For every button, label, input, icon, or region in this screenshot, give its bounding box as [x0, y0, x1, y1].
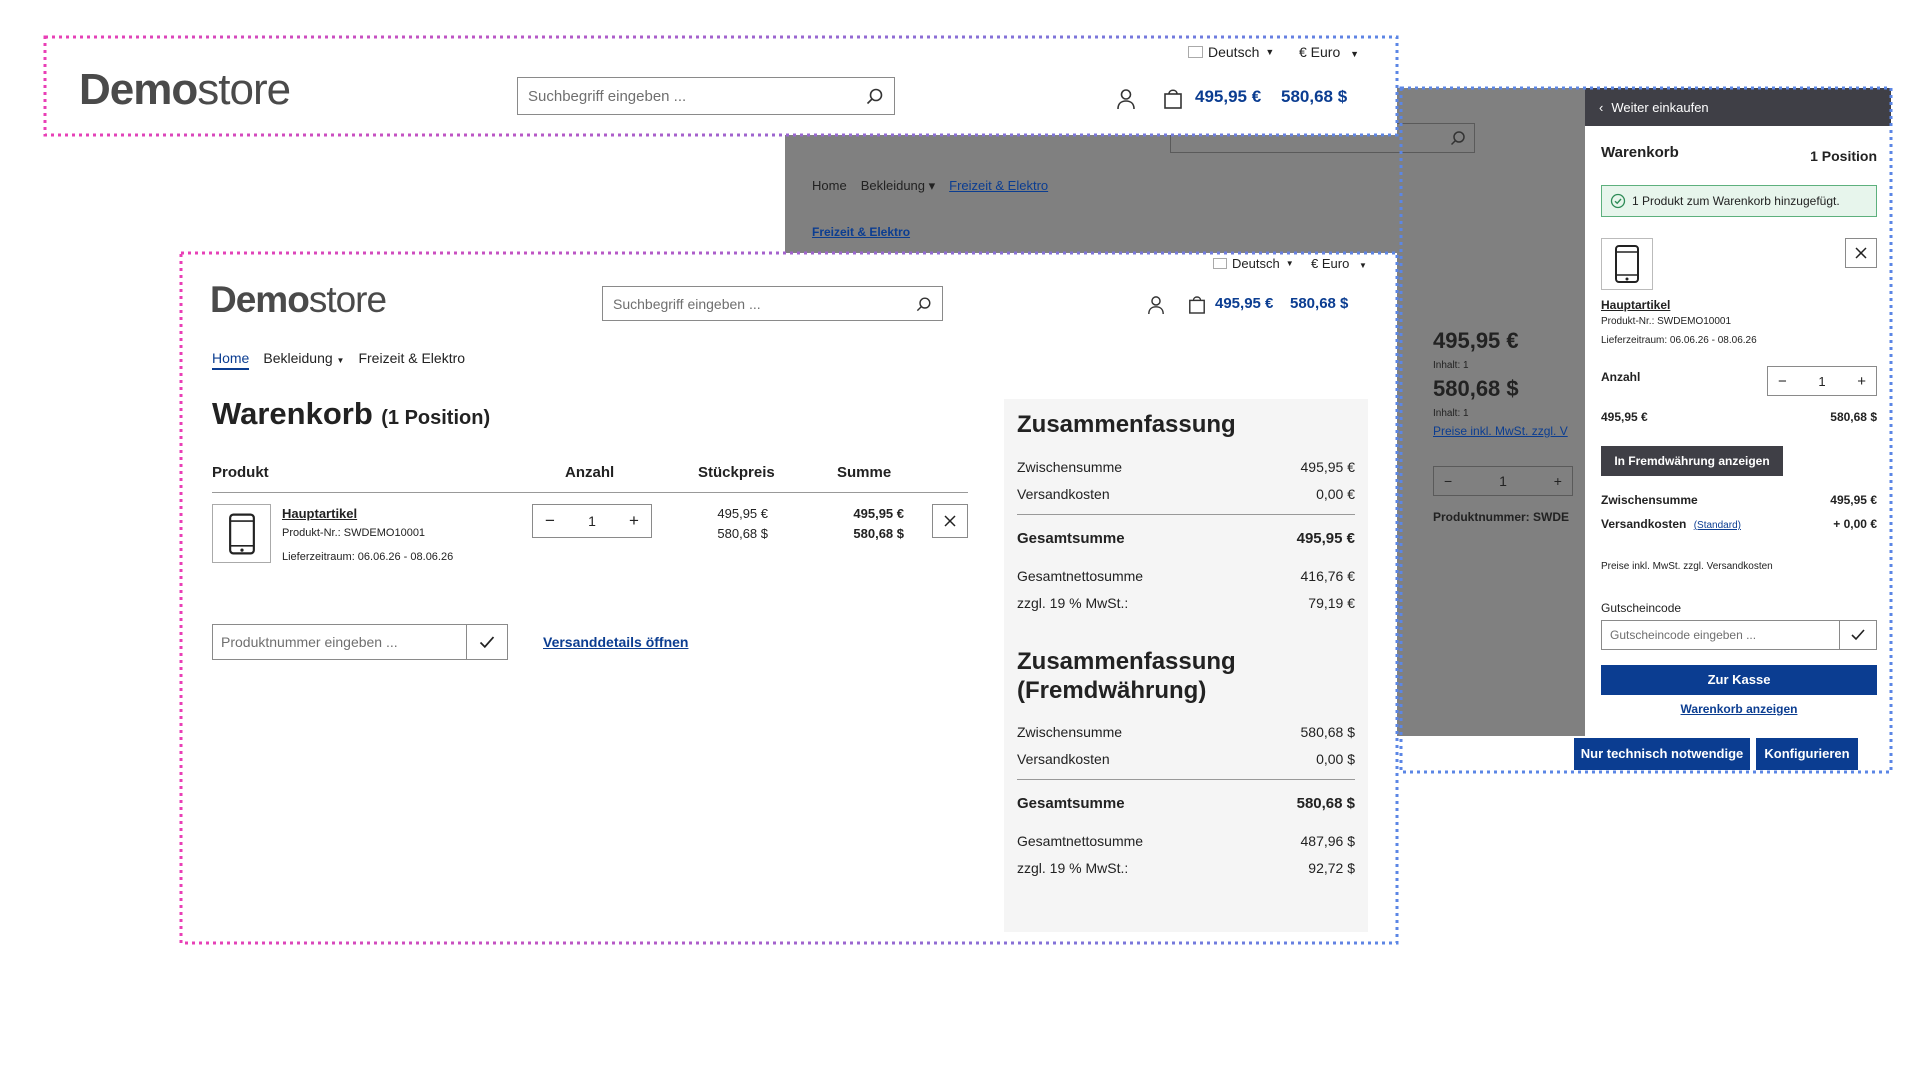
frame-header [43, 35, 1399, 137]
highlight-frames [43, 35, 1893, 945]
frame-offcanvas [1399, 86, 1893, 774]
frame-cart-page [179, 251, 1399, 945]
